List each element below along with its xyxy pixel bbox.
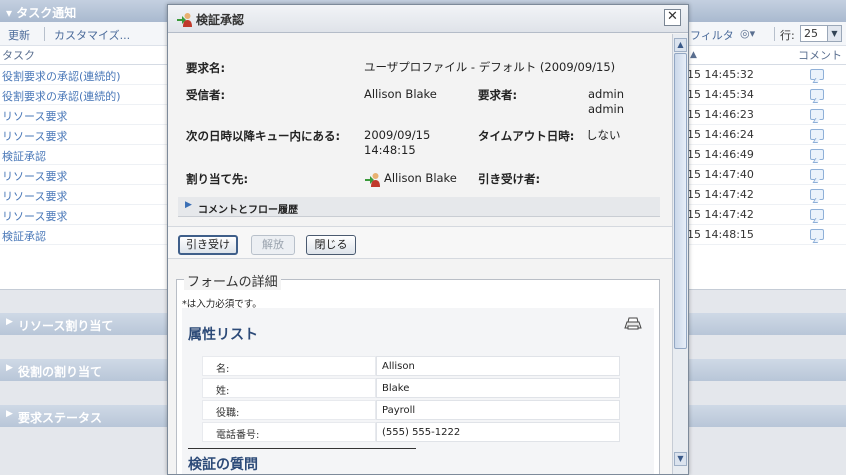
claim-button[interactable]: 引き受け (178, 235, 238, 255)
attribute-row-last-name: 姓: Blake (202, 378, 620, 398)
task-date: 15 14:45:34 (687, 88, 754, 101)
task-name-link[interactable]: 検証承認 (2, 228, 46, 244)
customize-link[interactable]: カスタマイズ... (54, 27, 130, 43)
comment-history-toggle[interactable]: ▶ コメントとフロー履歴 (178, 197, 660, 217)
scroll-up-icon[interactable]: ▲ (674, 38, 687, 52)
task-name-link[interactable]: 役割要求の承認(連続的) (2, 88, 121, 104)
title-value: Payroll (376, 400, 620, 420)
request-name-label: 要求名: (186, 61, 226, 75)
assigned-to-value: Allison Blake (384, 171, 457, 185)
comment-icon[interactable] (810, 129, 824, 140)
dialog-content[interactable]: 要求名: ユーザプロファイル - デフォルト (2009/09/15) 受信者:… (168, 34, 672, 474)
scrollbar-thumb[interactable] (674, 53, 687, 349)
attribute-list-title: 属性リスト (188, 327, 258, 343)
panel-title: ▾ タスク通知 (6, 6, 77, 20)
task-name-link[interactable]: リソース要求 (2, 208, 67, 224)
comment-icon[interactable] (810, 89, 824, 100)
verification-approval-dialog: 検証承認 ✕ 要求名: ユーザプロファイル - デフォルト (2009/09/1… (167, 4, 689, 475)
task-name-link[interactable]: リソース要求 (2, 168, 67, 184)
queued-time: 14:48:15 (364, 143, 416, 157)
attribute-row-phone: 電話番号: (555) 555-1222 (202, 422, 620, 442)
form-details-legend: フォームの詳細 (184, 271, 281, 290)
first-name-value: Allison (376, 356, 620, 376)
verification-questions-title: 検証の質問 (188, 457, 258, 473)
print-icon[interactable] (624, 317, 642, 331)
task-date: 15 14:48:15 (687, 228, 754, 241)
filter-link[interactable]: フィルタ (690, 27, 734, 43)
comment-icon[interactable] (810, 209, 824, 220)
requester-value: admin (588, 87, 625, 101)
release-button[interactable]: 解放 (251, 235, 295, 255)
dialog-titlebar[interactable]: 検証承認 ✕ (168, 5, 688, 33)
rows-label: 行: (780, 29, 795, 42)
task-name-link[interactable]: リソース要求 (2, 128, 67, 144)
queued-date: 2009/09/15 (364, 128, 431, 142)
column-header-comment[interactable]: コメント (798, 47, 842, 65)
task-date: 15 14:45:32 (687, 68, 754, 81)
expand-arrow-icon: ▶ (6, 363, 13, 373)
dialog-title: 検証承認 (196, 13, 245, 27)
chevron-down-icon: ▼ (827, 26, 841, 41)
expand-arrow-icon: ▶ (6, 409, 13, 419)
phone-value: (555) 555-1222 (376, 422, 620, 442)
action-button-bar: 引き受け 解放 閉じる (168, 226, 672, 259)
requester-value-2: admin (588, 102, 625, 116)
rows-per-page-select[interactable]: 25 ▼ (800, 25, 842, 42)
requester-label: 要求者: (478, 88, 518, 102)
section-divider (188, 448, 416, 449)
task-name-link[interactable]: 検証承認 (2, 148, 46, 164)
last-name-value: Blake (376, 378, 620, 398)
expand-arrow-icon: ▶ (6, 317, 13, 327)
task-date: 15 14:47:40 (687, 168, 754, 181)
comment-icon[interactable] (810, 169, 824, 180)
scroll-down-icon[interactable]: ▼ (674, 452, 687, 466)
user-task-icon (177, 13, 192, 27)
task-name-link[interactable]: リソース要求 (2, 108, 67, 124)
toolbar-divider (44, 27, 45, 41)
request-name-value: ユーザプロファイル - デフォルト (2009/09/15) (364, 60, 616, 74)
last-name-label: 姓: (216, 386, 230, 397)
user-icon (365, 173, 380, 187)
column-header-task[interactable]: タスク (2, 47, 35, 65)
attribute-row-title: 役職: Payroll (202, 400, 620, 420)
task-date: 15 14:47:42 (687, 188, 754, 201)
close-button[interactable]: 閉じる (306, 235, 356, 255)
phone-label: 電話番号: (216, 430, 260, 441)
comment-icon[interactable] (810, 189, 824, 200)
comment-icon[interactable] (810, 149, 824, 160)
task-name-link[interactable]: リソース要求 (2, 188, 67, 204)
comment-icon[interactable] (810, 229, 824, 240)
expand-arrow-icon: ▶ (185, 200, 192, 210)
queued-since-label: 次の日時以降キュー内にある: (186, 129, 341, 143)
refresh-link[interactable]: 更新 (8, 27, 30, 43)
recipient-value: Allison Blake (364, 87, 437, 101)
close-icon[interactable]: ✕ (664, 9, 681, 26)
first-name-label: 名: (216, 364, 230, 375)
task-date: 15 14:46:24 (687, 128, 754, 141)
assigned-to-label: 割り当て先: (186, 172, 249, 186)
refresh-options-icon[interactable]: ◎▾ (740, 27, 755, 40)
timeout-value: しない (586, 128, 621, 142)
task-date: 15 14:46:23 (687, 108, 754, 121)
comment-icon[interactable] (810, 69, 824, 80)
title-label: 役職: (216, 408, 240, 419)
claimed-by-label: 引き受け者: (478, 172, 541, 186)
toolbar-divider (774, 27, 775, 41)
task-name-link[interactable]: 役割要求の承認(連続的) (2, 68, 121, 84)
timeout-label: タイムアウト日時: (478, 129, 575, 143)
task-date: 15 14:47:42 (687, 208, 754, 221)
comment-icon[interactable] (810, 109, 824, 120)
dialog-scrollbar[interactable]: ▲ ▼ (672, 34, 688, 474)
task-date: 15 14:46:49 (687, 148, 754, 161)
recipient-label: 受信者: (186, 88, 226, 102)
attribute-row-first-name: 名: Allison (202, 356, 620, 376)
